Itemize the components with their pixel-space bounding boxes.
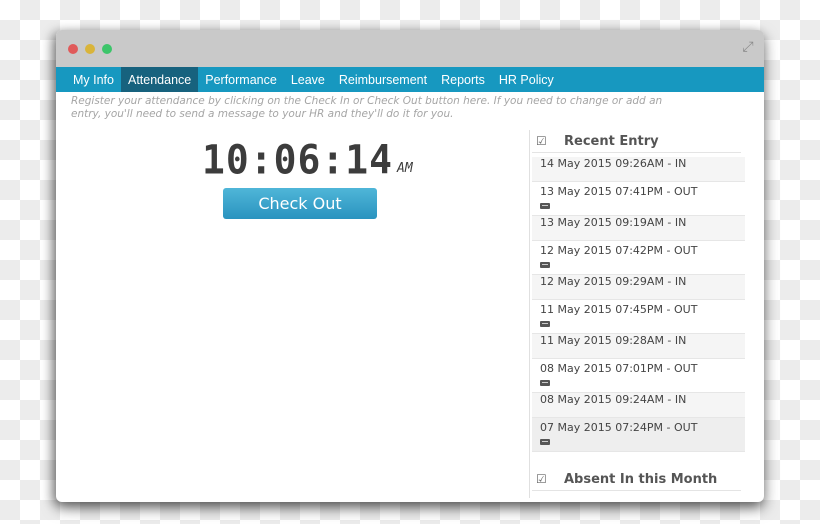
zoom-window-button[interactable] [102, 44, 112, 54]
list-item: 13 May 2015 07:41PM - OUT [532, 182, 745, 216]
list-item: 11 May 2015 07:45PM - OUT [532, 300, 745, 334]
list-item: 07 May 2015 07:24PM - OUT [532, 418, 745, 452]
checkin-panel: 10:06:14 AM Check Out [56, 130, 526, 502]
list-item: 14 May 2015 09:26AM - IN [532, 157, 745, 182]
app-window: ⤢ My Info Attendance Performance Leave R… [56, 30, 764, 502]
list-item: 08 May 2015 09:24AM - IN [532, 393, 745, 418]
nav-performance[interactable]: Performance [198, 67, 284, 92]
keyboard-icon [540, 203, 550, 209]
recent-entry-header: ☑ Recent Entry [532, 130, 741, 153]
list-item: 12 May 2015 09:29AM - IN [532, 275, 745, 300]
nav-my-info[interactable]: My Info [66, 67, 121, 92]
close-window-button[interactable] [68, 44, 78, 54]
main-nav: My Info Attendance Performance Leave Rei… [56, 67, 764, 92]
nav-reimbursement[interactable]: Reimbursement [332, 67, 434, 92]
title-bar: ⤢ [56, 30, 764, 67]
recent-entry-title: Recent Entry [564, 133, 659, 149]
nav-leave[interactable]: Leave [284, 67, 332, 92]
panel-divider [529, 130, 530, 498]
expand-arrows-icon[interactable]: ⤢ [740, 39, 756, 55]
list-item: 08 May 2015 07:01PM - OUT [532, 359, 745, 393]
keyboard-icon [540, 321, 550, 327]
absent-header: ☑ Absent In this Month [532, 468, 741, 491]
nav-hr-policy[interactable]: HR Policy [492, 67, 561, 92]
keyboard-icon [540, 380, 550, 386]
keyboard-icon [540, 262, 550, 268]
list-item: 13 May 2015 09:19AM - IN [532, 216, 745, 241]
clock-ampm: AM [397, 161, 413, 176]
clock-time: 10:06:14 [202, 136, 394, 184]
check-out-button[interactable]: Check Out [223, 188, 377, 219]
nav-reports[interactable]: Reports [434, 67, 492, 92]
keyboard-icon [540, 439, 550, 445]
recent-entry-list: 14 May 2015 09:26AM - IN 13 May 2015 07:… [532, 157, 745, 452]
intro-text: Register your attendance by clicking on … [71, 95, 663, 120]
nav-attendance[interactable]: Attendance [121, 67, 199, 92]
list-item: 12 May 2015 07:42PM - OUT [532, 241, 745, 275]
minimize-window-button[interactable] [85, 44, 95, 54]
checkbox-icon: ☑ [536, 472, 547, 486]
digital-clock: 10:06:14 AM [202, 136, 413, 184]
list-item: 11 May 2015 09:28AM - IN [532, 334, 745, 359]
checkbox-icon: ☑ [536, 134, 547, 148]
recent-entry-panel: ☑ Recent Entry 14 May 2015 09:26AM - IN … [532, 130, 745, 491]
absent-title: Absent In this Month [564, 471, 718, 487]
